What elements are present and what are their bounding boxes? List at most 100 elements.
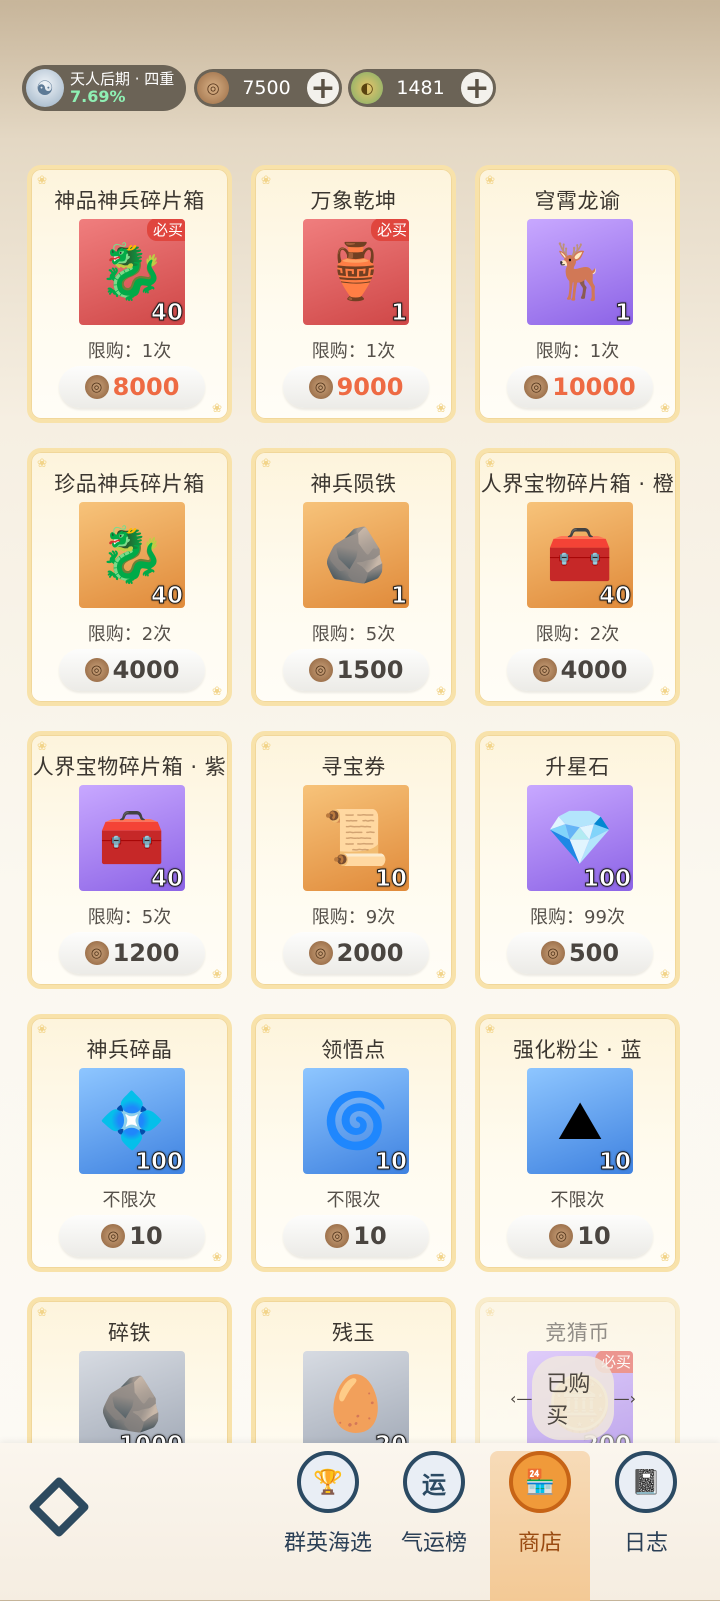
item-image[interactable]: 🏺 必买 1 <box>303 219 409 325</box>
item-quantity: 10 <box>374 866 407 892</box>
buy-button[interactable]: ◎ 10 <box>507 1215 653 1257</box>
realm-badge[interactable]: ☯ 天人后期 · 四重 7.69% <box>22 65 186 111</box>
currency-coin: ◎ 7500 + <box>194 69 342 107</box>
buy-button[interactable]: ◎ 10 <box>59 1215 205 1257</box>
purchase-limit: 限购：1次 <box>87 341 172 362</box>
nav-tab-shop[interactable]: 🏪 商店 <box>490 1451 590 1601</box>
buy-button[interactable]: ◎ 9000 <box>283 366 429 408</box>
item-price: 10000 <box>552 373 636 401</box>
coin-icon: ◎ <box>325 1224 350 1248</box>
item-image[interactable]: 🥚20 <box>303 1351 409 1457</box>
shop-item-card[interactable]: ❀ 人界宝物碎片箱 · 橙 🧰 40 限购：2次 ◎ 4000 ❀ <box>475 448 680 706</box>
coin-icon: ◎ <box>197 72 229 104</box>
item-title: 神品神兵碎片箱 <box>54 189 205 213</box>
item-title: 领悟点 <box>321 1038 386 1062</box>
must-buy-badge: 必买 <box>370 219 409 241</box>
item-title: 残玉 <box>332 1321 375 1345</box>
item-image[interactable]: ⛰ 10 <box>527 1068 633 1174</box>
fortune-board-icon: 运 <box>403 1451 465 1513</box>
buy-button[interactable]: ◎ 10 <box>283 1215 429 1257</box>
currency-fortune-value: 1481 <box>396 77 445 99</box>
item-image[interactable]: 🪨 1 <box>303 502 409 608</box>
nav-tab-label: 群英海选 <box>283 1531 372 1556</box>
shop-item-card[interactable]: ❀ 万象乾坤 🏺 必买 1 限购：1次 ◎ 9000 ❀ <box>251 165 456 423</box>
shop-item-card[interactable]: ❀ 人界宝物碎片箱 · 紫 🧰 40 限购：5次 ◎ 1200 ❀ <box>27 731 232 989</box>
shop-item-card[interactable]: ❀ 寻宝券 📜 10 限购：9次 ◎ 2000 ❀ <box>251 731 456 989</box>
add-coin-button[interactable]: + <box>304 69 342 107</box>
trophy-icon: 🏆 <box>297 1451 359 1513</box>
shop-item-card[interactable]: ❀ 珍品神兵碎片箱 🐉 40 限购：2次 ◎ 4000 ❀ <box>27 448 232 706</box>
item-image[interactable]: 💠 100 <box>79 1068 185 1174</box>
purchase-limit: 限购：9次 <box>311 907 396 928</box>
item-title: 升星石 <box>545 755 610 779</box>
corner-ornament-icon: ❀ <box>435 967 446 981</box>
item-image[interactable]: 🧰 40 <box>527 502 633 608</box>
shop-item-card[interactable]: ❀ 强化粉尘 · 蓝 ⛰ 10 不限次 ◎ 10 ❀ <box>475 1014 680 1272</box>
item-title: 强化粉尘 · 蓝 <box>512 1038 643 1062</box>
nav-tab-label: 商店 <box>517 1531 562 1556</box>
divider-right: —› <box>613 1388 636 1408</box>
coin-icon: ◎ <box>532 658 557 682</box>
purchase-limit: 不限次 <box>326 1190 381 1211</box>
corner-ornament-icon: ❀ <box>435 401 446 415</box>
menu-button[interactable] <box>22 1470 96 1544</box>
item-price: 500 <box>568 939 620 967</box>
avatar-icon: ☯ <box>26 69 64 107</box>
buy-button[interactable]: ◎ 500 <box>507 932 653 974</box>
buy-button[interactable]: ◎ 8000 <box>59 366 205 408</box>
buy-button[interactable]: ◎ 4000 <box>59 649 205 691</box>
shop-item-card[interactable]: ❀ 穹霄龙谕 🦌 1 限购：1次 ◎ 10000 ❀ <box>475 165 680 423</box>
buy-button[interactable]: ◎ 1200 <box>59 932 205 974</box>
nav-tab-trophy[interactable]: 🏆 群英海选 <box>278 1451 378 1601</box>
shop-icon: 🏪 <box>509 1451 571 1513</box>
purchase-limit: 限购：5次 <box>311 624 396 645</box>
item-image[interactable]: 🧰 40 <box>79 785 185 891</box>
item-image[interactable]: 🪨1000 <box>79 1351 185 1457</box>
shop-item-card[interactable]: ❀ 升星石 💎 100 限购：99次 ◎ 500 ❀ <box>475 731 680 989</box>
coin-icon: ◎ <box>84 941 109 965</box>
add-fortune-button[interactable]: + <box>458 69 496 107</box>
buy-button[interactable]: ◎ 2000 <box>283 932 429 974</box>
item-price: 10 <box>353 1222 387 1250</box>
corner-ornament-icon: ❀ <box>659 401 670 415</box>
nav-tab-fortune-board[interactable]: 运气运榜 <box>384 1451 484 1601</box>
purchase-limit: 限购：99次 <box>530 907 625 928</box>
item-quantity: 40 <box>150 300 183 326</box>
item-price: 1500 <box>336 656 404 684</box>
must-buy-badge: 必买 <box>146 219 185 241</box>
bottom-nav: 🏆 群英海选运气运榜 🏪 商店 📓 日志 <box>0 1443 720 1601</box>
currency-coin-value: 7500 <box>242 77 291 99</box>
bought-label: 已购买 <box>532 1356 614 1440</box>
shop-item-card[interactable]: ❀ 神兵碎晶 💠 100 不限次 ◎ 10 ❀ <box>27 1014 232 1272</box>
buy-button[interactable]: ◎ 10000 <box>507 366 653 408</box>
item-quantity: 10 <box>598 1149 631 1175</box>
log-book-icon: 📓 <box>615 1451 677 1513</box>
item-quantity: 1 <box>614 300 631 326</box>
item-image[interactable]: 📜 10 <box>303 785 409 891</box>
item-image[interactable]: 🐉 40 <box>79 502 185 608</box>
buy-button[interactable]: ◎ 4000 <box>507 649 653 691</box>
coin-icon: ◎ <box>308 375 333 399</box>
item-image[interactable]: 🐉 必买 40 <box>79 219 185 325</box>
shop-item-card[interactable]: ❀ 神品神兵碎片箱 🐉 必买 40 限购：1次 ◎ 8000 ❀ <box>27 165 232 423</box>
purchase-limit: 不限次 <box>102 1190 157 1211</box>
corner-ornament-icon: ❀ <box>211 967 222 981</box>
realm-progress: 7.69% <box>70 87 126 106</box>
item-image[interactable]: 💎 100 <box>527 785 633 891</box>
item-image[interactable]: 🦌 1 <box>527 219 633 325</box>
item-image[interactable]: 🌀 10 <box>303 1068 409 1174</box>
realm-name: 天人后期 · 四重 <box>70 70 175 88</box>
corner-ornament-icon: ❀ <box>435 684 446 698</box>
coin-icon: ◎ <box>101 1224 126 1248</box>
purchase-limit: 限购：5次 <box>87 907 172 928</box>
purchase-limit: 限购：1次 <box>535 341 620 362</box>
currency-fortune: ◐ 1481 + <box>348 69 496 107</box>
coin-icon: ◎ <box>308 941 333 965</box>
nav-tab-log-book[interactable]: 📓 日志 <box>596 1451 696 1601</box>
buy-button[interactable]: ◎ 1500 <box>283 649 429 691</box>
corner-ornament-icon: ❀ <box>435 1250 446 1264</box>
nav-tab-label: 气运榜 <box>400 1531 467 1556</box>
shop-item-card[interactable]: ❀ 神兵陨铁 🪨 1 限购：5次 ◎ 1500 ❀ <box>251 448 456 706</box>
divider-left: ‹— <box>510 1388 533 1408</box>
shop-item-card[interactable]: ❀ 领悟点 🌀 10 不限次 ◎ 10 ❀ <box>251 1014 456 1272</box>
